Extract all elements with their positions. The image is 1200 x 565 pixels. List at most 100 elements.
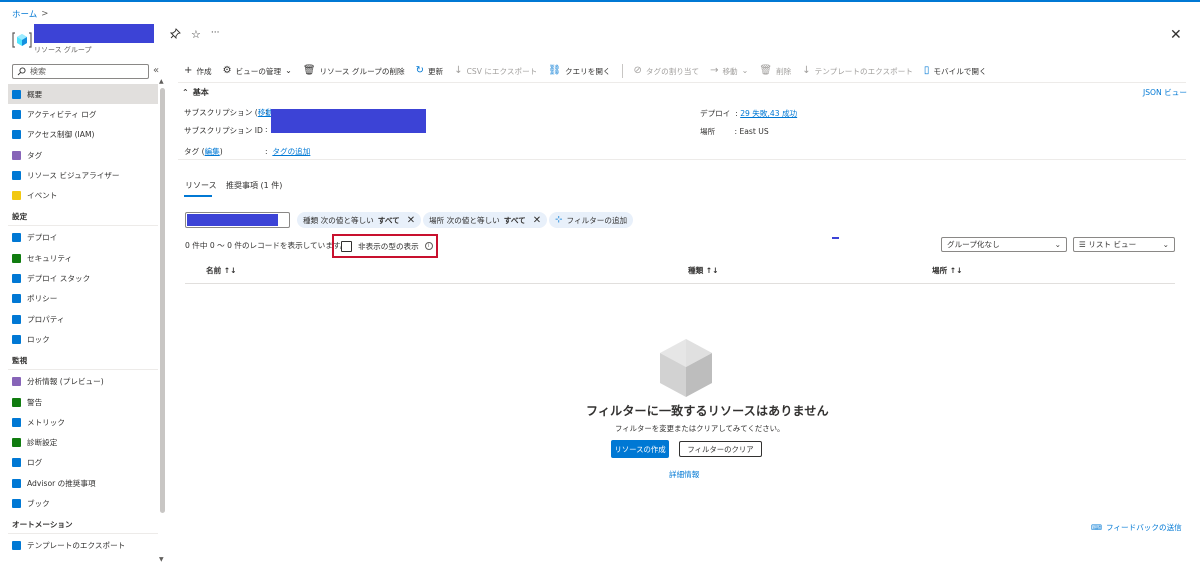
- export-csv-button[interactable]: ↓ CSV にエクスポート: [454, 66, 537, 77]
- location-filter-prefix: 場所 次の値と等しい: [429, 215, 500, 225]
- column-header-name[interactable]: 名前 ↑↓: [206, 265, 237, 276]
- open-mobile-button[interactable]: ▯ モバイルで開く: [924, 66, 987, 77]
- sidebar-item[interactable]: アクティビティ ログ: [8, 104, 158, 124]
- scroll-up-icon[interactable]: ▲: [159, 78, 164, 85]
- sidebar-item-icon: [12, 274, 21, 284]
- column-location-label: 場所: [932, 266, 948, 275]
- view-mode-dropdown[interactable]: ☰ リスト ビュー ⌄: [1073, 237, 1175, 252]
- type-filter-value: すべて: [377, 215, 400, 225]
- record-count: 0 件中 0 〜 0 件のレコードを表示しています。: [185, 241, 348, 250]
- create-button[interactable]: + 作成: [184, 66, 212, 77]
- move-button[interactable]: → 移動 ⌄: [710, 66, 748, 77]
- assign-tags-button[interactable]: ⊘ タグの割り当て: [634, 66, 700, 77]
- resource-group-name-redacted: [34, 24, 154, 43]
- add-tags-link[interactable]: タグの追加: [272, 147, 310, 156]
- pin-icon[interactable]: [169, 28, 181, 42]
- collapse-sidebar-icon[interactable]: «: [153, 65, 159, 76]
- json-view-link[interactable]: JSON ビュー: [1143, 87, 1187, 98]
- essentials-toggle[interactable]: ⌃ 基本: [182, 87, 209, 98]
- feedback-link[interactable]: ⌨ フィードバックの送信: [1091, 522, 1182, 533]
- refresh-button[interactable]: ↻ 更新: [416, 66, 444, 77]
- open-query-button[interactable]: ⛓ クエリを開く: [548, 66, 610, 77]
- delete-button[interactable]: 🗑 削除: [759, 66, 791, 77]
- sidebar-item[interactable]: ブック: [8, 493, 158, 513]
- scroll-down-icon[interactable]: ▼: [159, 556, 164, 563]
- subscription-id-label: サブスクリプション ID: [184, 126, 263, 135]
- sidebar-item[interactable]: Advisor の推奨事項: [8, 473, 158, 493]
- column-header-type[interactable]: 種類 ↑↓: [688, 265, 719, 276]
- sidebar-item[interactable]: 警告: [8, 392, 158, 412]
- sidebar-item-icon: [12, 334, 21, 344]
- chevron-down-icon: ⌄: [1054, 240, 1061, 249]
- tab-resources[interactable]: リソース: [185, 180, 217, 191]
- add-filter-button[interactable]: ⊹ フィルターの追加: [549, 212, 634, 228]
- filter-by-name-input[interactable]: [185, 212, 290, 228]
- sidebar-item[interactable]: ポリシー: [8, 289, 158, 309]
- sidebar-item[interactable]: ログ: [8, 453, 158, 473]
- sidebar-item-icon: [12, 191, 21, 201]
- list-view-icon: ☰: [1079, 240, 1086, 249]
- clear-filters-button[interactable]: フィルターのクリア: [679, 441, 762, 457]
- grouping-dropdown[interactable]: グループ化なし ⌄: [941, 237, 1067, 252]
- sidebar-item[interactable]: デプロイ スタック: [8, 268, 158, 288]
- location-row: 場所 : East US: [700, 127, 769, 136]
- sidebar-item[interactable]: セキュリティ: [8, 248, 158, 268]
- close-icon[interactable]: ✕: [1170, 27, 1182, 43]
- top-accent-line: [0, 0, 1200, 2]
- command-bar: + 作成 ⚙ ビューの管理 ⌄ 🗑 リソース グループの削除 ↻ 更新 ↓ CSV にエクス…: [184, 64, 998, 78]
- export-template-button[interactable]: ↓ テンプレートのエクスポート: [802, 66, 913, 77]
- grouping-value: グループ化なし: [947, 240, 1000, 249]
- sidebar-item-icon: [12, 397, 21, 407]
- deploy-row: デプロイ : 29 失敗,43 成功: [700, 109, 798, 118]
- sidebar-item[interactable]: プロパティ: [8, 309, 158, 329]
- sidebar-item[interactable]: ロック: [8, 329, 158, 349]
- breadcrumb: ホーム >: [12, 8, 48, 20]
- delete-resource-group-button[interactable]: 🗑 リソース グループの削除: [303, 66, 405, 77]
- more-icon[interactable]: ···: [211, 28, 220, 42]
- star-icon[interactable]: ☆: [191, 28, 201, 42]
- sidebar-item-icon: [12, 294, 21, 304]
- close-icon[interactable]: ✕: [533, 215, 541, 226]
- tags-edit-link[interactable]: 編集: [205, 147, 220, 156]
- download-icon: ↓: [454, 65, 463, 76]
- deploy-value-link[interactable]: 29 失敗,43 成功: [740, 109, 797, 118]
- delete-label: 削除: [776, 66, 792, 76]
- empty-cube-icon: [660, 339, 712, 397]
- sidebar-item-icon: [12, 541, 21, 551]
- column-header-divider: [185, 283, 1175, 284]
- sidebar-scrollbar[interactable]: [160, 88, 165, 513]
- sidebar-item[interactable]: 分析情報 (プレビュー): [8, 372, 158, 392]
- view-mode-value: リスト ビュー: [1088, 240, 1137, 249]
- show-hidden-types-checkbox[interactable]: 非表示の型の表示 i: [332, 234, 438, 258]
- column-header-location[interactable]: 場所 ↑↓: [932, 265, 963, 276]
- tab-recommendations[interactable]: 推奨事項 (1 件): [226, 180, 282, 191]
- create-resource-button[interactable]: リソースの作成: [611, 440, 669, 458]
- checkbox-box[interactable]: [341, 240, 352, 252]
- sidebar-item[interactable]: テンプレートのエクスポート: [8, 536, 158, 556]
- sidebar-item[interactable]: デプロイ: [8, 228, 158, 248]
- breadcrumb-home[interactable]: ホーム: [12, 8, 37, 20]
- subscription-label: サブスクリプション: [184, 108, 253, 117]
- sidebar-item[interactable]: タグ: [8, 145, 158, 165]
- type-filter-pill[interactable]: 種類 次の値と等しい すべて ✕: [297, 212, 422, 228]
- chevron-down-icon: ⌄: [1162, 240, 1169, 249]
- download-icon: ↓: [802, 65, 811, 76]
- tab-active-indicator: [184, 195, 212, 197]
- refresh-label: 更新: [428, 66, 444, 76]
- chevron-down-icon: ⌄: [741, 66, 749, 75]
- learn-more-link[interactable]: 詳細情報: [669, 469, 699, 480]
- sidebar-item[interactable]: 概要: [8, 84, 158, 105]
- manage-view-button[interactable]: ⚙ ビューの管理 ⌄: [223, 66, 292, 77]
- sidebar-item[interactable]: リソース ビジュアライザー: [8, 165, 158, 185]
- sidebar-item[interactable]: イベント: [8, 185, 158, 205]
- search-icon: [17, 67, 26, 76]
- location-filter-pill[interactable]: 場所 次の値と等しい すべて ✕: [423, 212, 548, 228]
- close-icon[interactable]: ✕: [407, 215, 415, 226]
- sidebar-item[interactable]: アクセス制御 (IAM): [8, 125, 158, 145]
- sidebar-item[interactable]: メトリック: [8, 412, 158, 432]
- sidebar-item[interactable]: 診断設定: [8, 432, 158, 452]
- tag-icon: ⊘: [633, 65, 642, 76]
- location-label: 場所: [700, 127, 716, 136]
- sidebar-item-label: ブック: [27, 498, 50, 508]
- sidebar-search-input[interactable]: 検索: [12, 64, 149, 79]
